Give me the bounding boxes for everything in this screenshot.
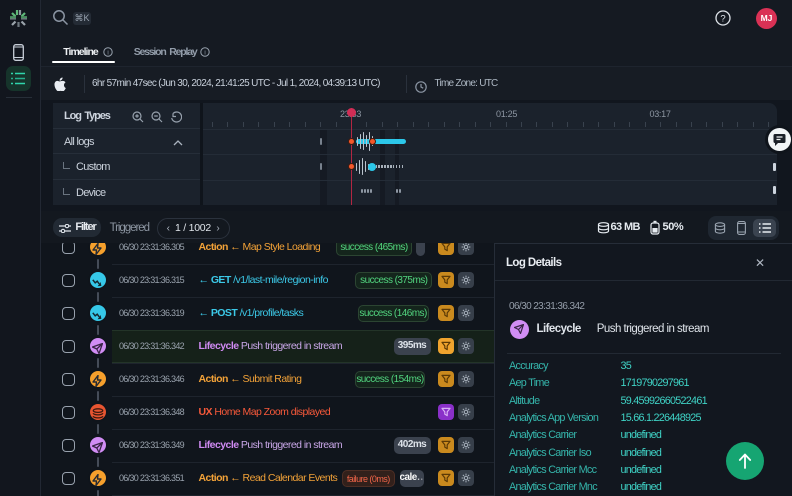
svg-text:i: i <box>204 50 205 56</box>
svg-text:?: ? <box>720 13 725 24</box>
svg-text:i: i <box>107 50 108 56</box>
